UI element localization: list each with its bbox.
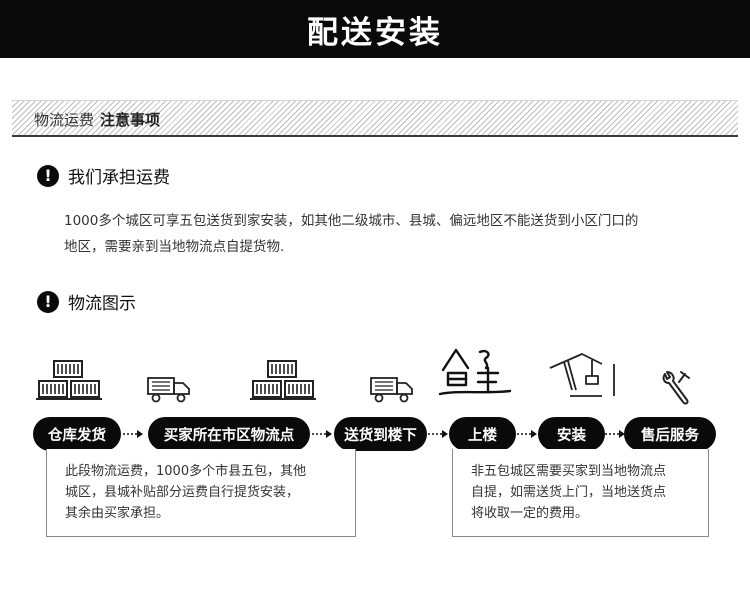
flow-step-install: 安装 (538, 417, 605, 451)
header-bar: 配送安装 (0, 0, 750, 58)
flow-step-warehouse: 仓库发货 (33, 417, 121, 451)
boxes-icon (36, 360, 102, 400)
flow-step-city-logistics: 买家所在市区物流点 (148, 417, 310, 451)
note-line: 城区，县城补贴部分运费自行提货安装， (65, 485, 300, 500)
exclamation-icon: ! (37, 290, 59, 313)
arrow-icon (517, 430, 537, 438)
wrench-icon (662, 371, 690, 405)
note-line: 其余由买家承担。 (65, 506, 170, 521)
paragraph-line: 地区，需要亲到当地物流点自提货物. (64, 239, 285, 255)
note-line: 非五包城区需要买家到当地物流点 (471, 464, 667, 479)
note-box-five-pack: 此段物流运费，1000多个市县五包，其他 城区，县城补贴部分运费自行提货安装， … (46, 449, 356, 537)
page-title: 配送安装 (307, 14, 443, 51)
subheader-band: 物流运费 注意事项 (12, 100, 738, 137)
truck-icon (147, 377, 190, 403)
flow-step-downstairs: 送货到楼下 (334, 417, 427, 451)
subheader-strong: 注意事项 (100, 111, 161, 129)
paragraph-line: 1000多个城区可享五包送货到家安装，如其他二级城市、县城、偏远地区不能送货到小… (64, 213, 639, 229)
arrow-icon (312, 430, 332, 438)
section-title-shipping: 我们承担运费 (68, 168, 170, 188)
crane-icon (549, 353, 615, 397)
boxes-icon (250, 360, 316, 400)
exclamation-icon: ! (37, 164, 59, 187)
arrow-icon (123, 430, 143, 438)
note-line: 将收取一定的费用。 (471, 506, 589, 521)
section-heading-shipping: ! 我们承担运费 (37, 163, 170, 188)
note-line: 此段物流运费，1000多个市县五包，其他 (65, 464, 307, 479)
shipping-paragraph: 1000多个城区可享五包送货到家安装，如其他二级城市、县城、偏远地区不能送货到小… (64, 208, 714, 260)
subheader-text: 物流运费 注意事项 (34, 109, 160, 130)
note-box-non-five-pack: 非五包城区需要买家到当地物流点 自提，如需送货上门，当地送货点 将收取一定的费用… (452, 449, 709, 537)
arrow-icon (428, 430, 448, 438)
section-title-logistics: 物流图示 (68, 294, 136, 314)
section-heading-logistics: ! 物流图示 (37, 289, 136, 314)
truck-icon (370, 377, 413, 403)
flow-step-after-sales: 售后服务 (624, 417, 716, 451)
note-line: 自提，如需送货上门，当地送货点 (471, 485, 667, 500)
stairs-icon (438, 348, 512, 396)
flow-step-upstairs: 上楼 (449, 417, 516, 451)
arrow-icon (605, 430, 625, 438)
subheader-label: 物流运费 (34, 111, 95, 129)
